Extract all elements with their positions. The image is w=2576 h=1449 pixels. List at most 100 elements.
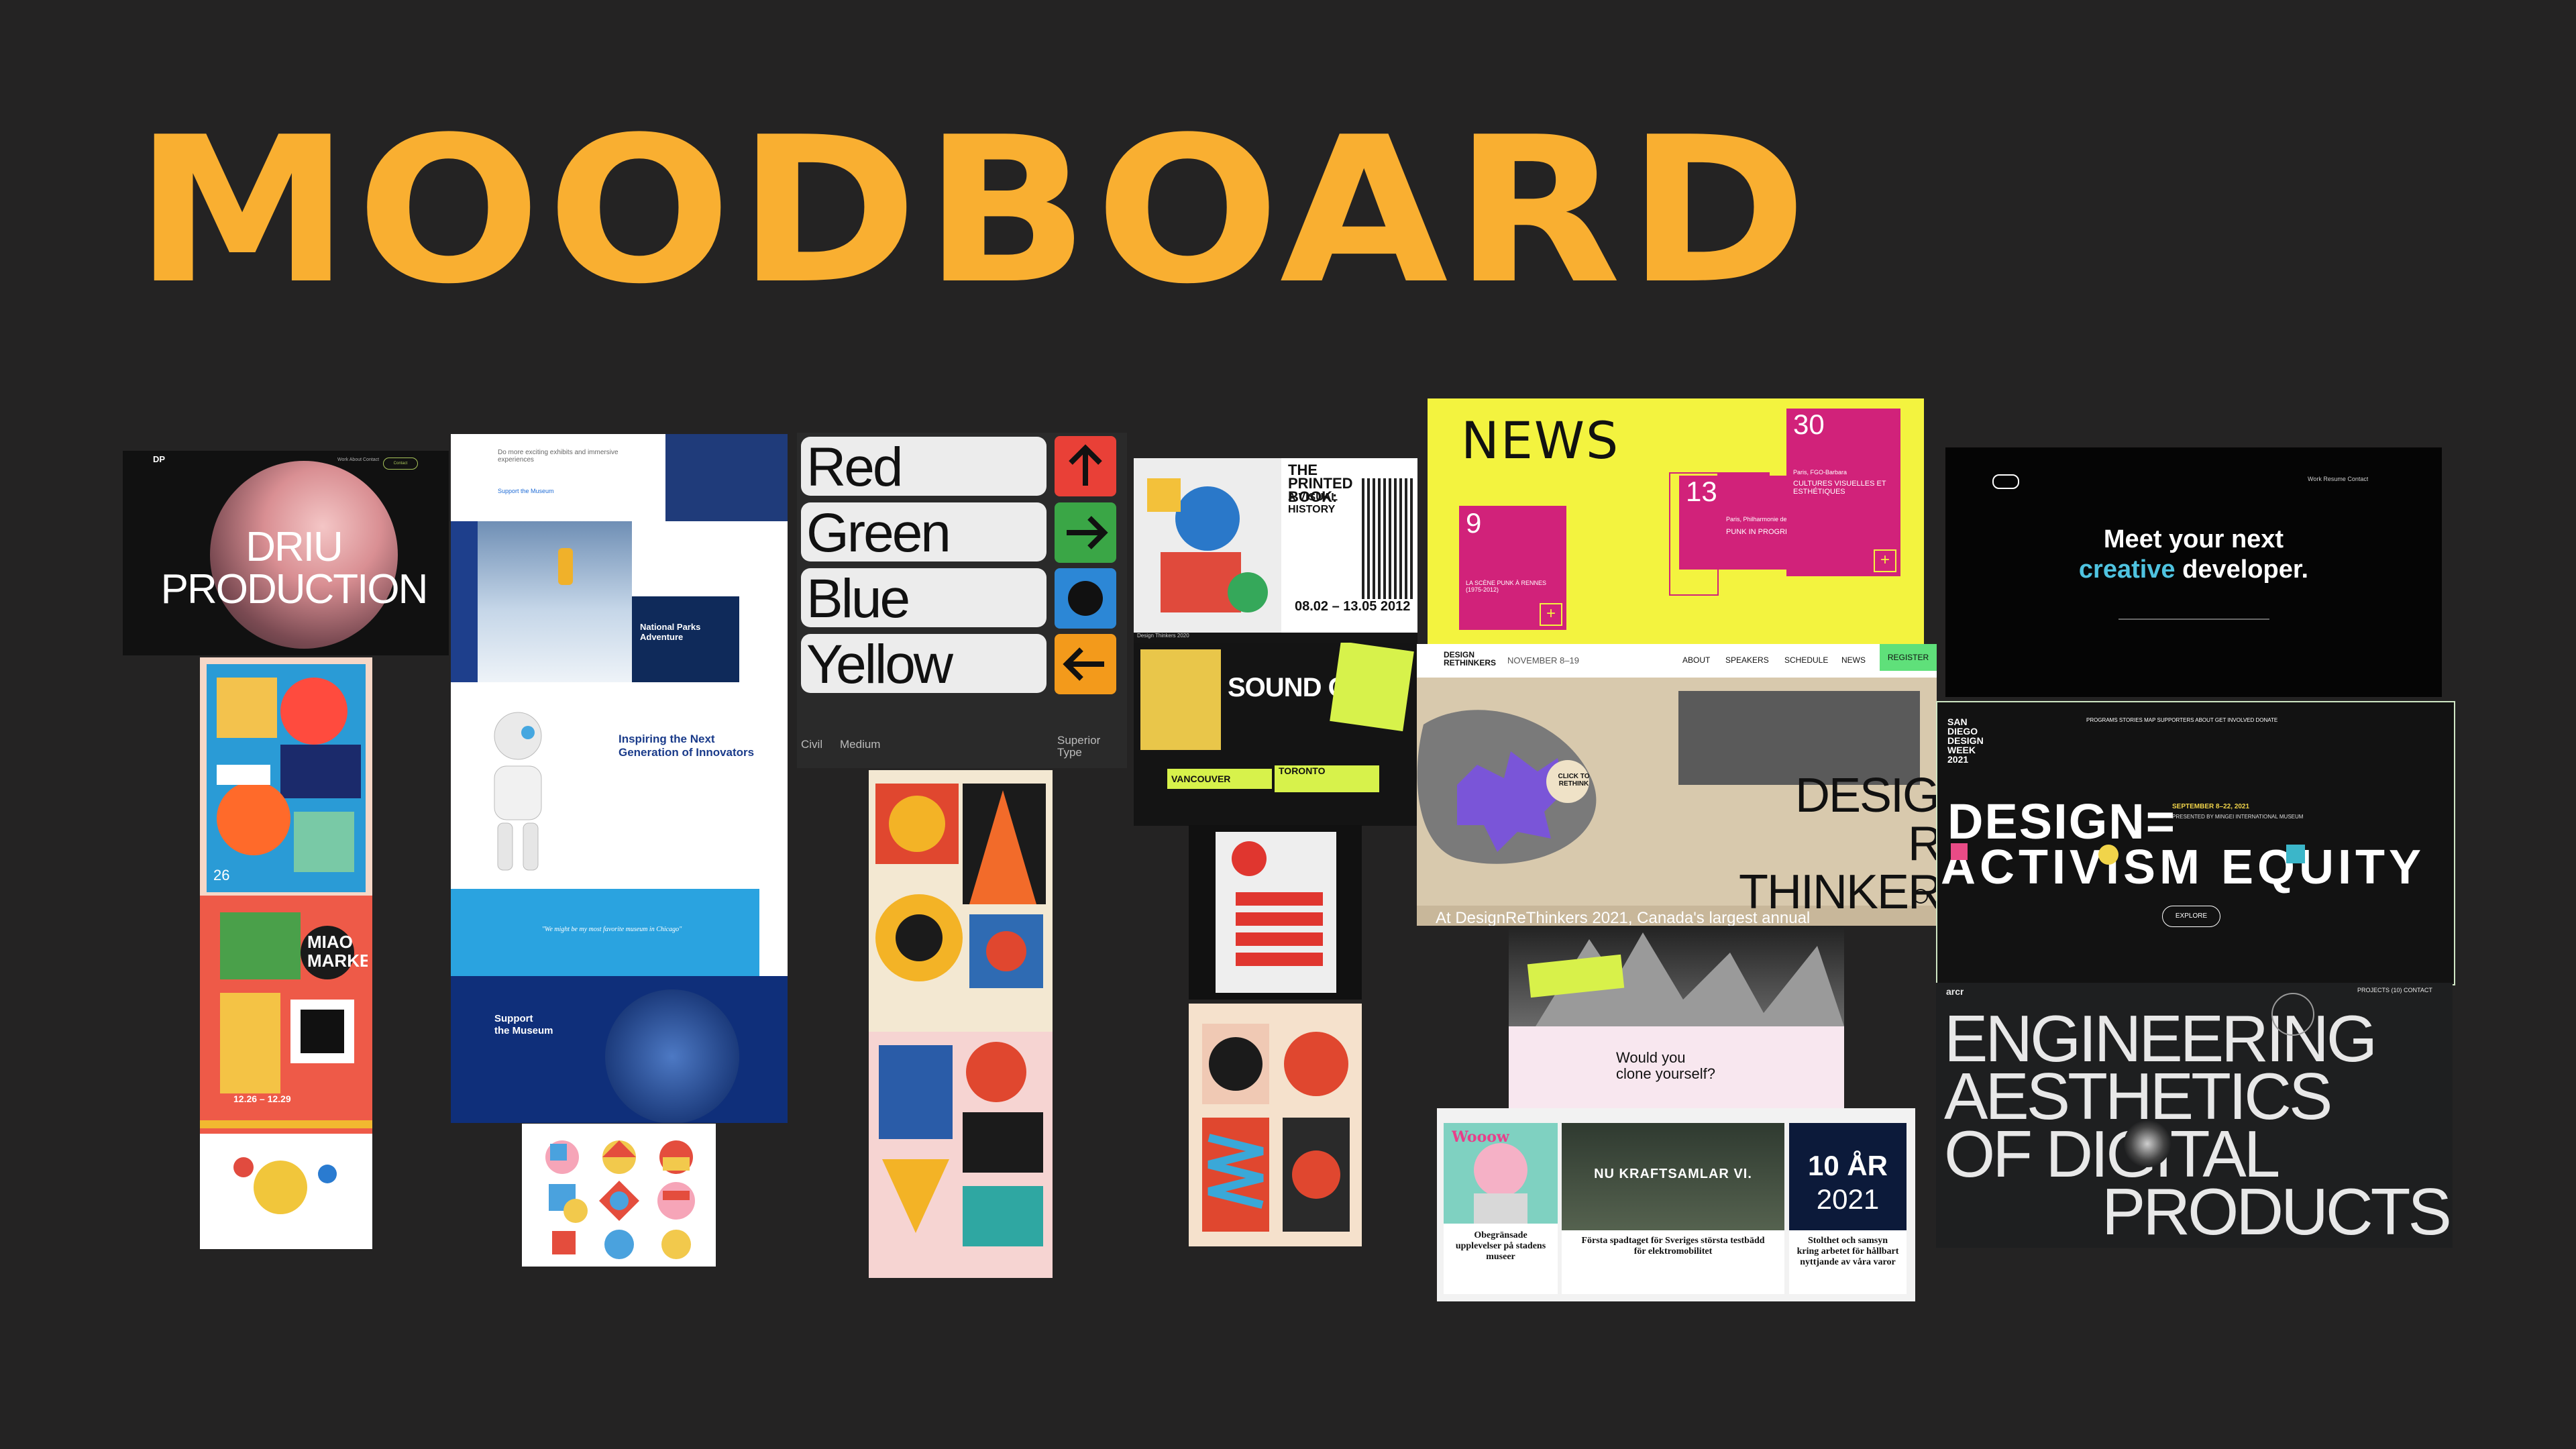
green-arrow-right-icon [1055, 502, 1116, 563]
hero-text-block: Do more exciting exhibits and immersive … [451, 434, 665, 521]
drt-big-1: DESIGN [1794, 769, 1937, 822]
robot-illustration [471, 702, 558, 877]
ice-climber-photo [478, 521, 632, 682]
dp-logo: DP [153, 454, 166, 464]
news-card-1[interactable]: 9 LA SCÈNE PUNK À RENNES (1975-2012) + [1459, 506, 1566, 630]
poster-number: 26 [213, 867, 230, 883]
geometric-shapes-tile [522, 1124, 716, 1267]
drt-navbar: DESIGN RETHINKERS NOVEMBER 8–19 ABOUT SP… [1417, 644, 1937, 678]
parks-card-title: National Parks Adventure [640, 622, 701, 642]
toggle-logo-icon [1992, 474, 2019, 489]
news-card-1-text: LA SCÈNE PUNK À RENNES (1975-2012) [1466, 580, 1547, 593]
drt-logo[interactable]: DESIGN RETHINKERS [1444, 651, 1504, 667]
nautilus-photo [605, 989, 739, 1123]
news-number-9: 9 [1466, 507, 1482, 539]
creative-developer-tile: Work Resume Contact Meet your next creat… [1945, 447, 2442, 697]
support-link[interactable]: Support the Museum [498, 488, 554, 494]
sddw-shape-1 [1951, 843, 1968, 860]
meet-headline: Meet your next creative developer. [1945, 525, 2442, 585]
miao-poster-column: MIAO MARKET 12.26 – 12.29 26 [200, 657, 372, 1249]
museum-site-tile: Do more exciting exhibits and immersive … [451, 434, 788, 1123]
plug-poster [1189, 825, 1362, 1000]
dp-contact-button[interactable]: Contact [383, 458, 418, 470]
news-heading: NEWS [1461, 411, 1620, 470]
se-card-1[interactable]: Wooow Obegränsade upplevelser på stadens… [1444, 1123, 1558, 1294]
word-red: Red [801, 437, 1046, 498]
sddw-logo[interactable]: SAN DIEGO DESIGN WEEK 2021 [1947, 717, 1994, 764]
innovators-section: Inspiring the Next Generation of Innovat… [451, 682, 788, 924]
san-diego-design-week-tile: SAN DIEGO DESIGN WEEK 2021 PROGRAMS STOR… [1936, 701, 2455, 985]
bauhaus-posters-svg [869, 770, 1053, 1278]
toronto-label: TORONTO [1275, 765, 1379, 792]
printed-book-poster: THE PRINTED BOOK: A VISUAL HISTORY 08.02… [1281, 458, 1417, 633]
drt-nav-schedule[interactable]: SCHEDULE [1784, 655, 1828, 665]
sddw-date: SEPTEMBER 8–22, 2021 [2172, 803, 2250, 810]
robot-svg [494, 712, 542, 871]
collage-art [1134, 458, 1281, 633]
dp-production-tile: DP Work About Contact Contact DRIU PRODU… [123, 451, 449, 655]
eng-headline: ENGINEERING AESTHETICS OF DIGITAL PRODUC… [1944, 1006, 2452, 1248]
eng-nav[interactable]: PROJECTS (10) CONTACT [2357, 987, 2432, 994]
book-stripes [1362, 478, 1415, 599]
dp-headline-line1: DRIU [246, 524, 343, 570]
moodboard-title: MOODBOARD [134, 94, 1813, 328]
clone-question: Would you clone yourself? [1616, 1050, 1715, 1082]
printed-book-dates: 08.02 – 13.05 2012 [1295, 599, 1411, 614]
poster-stack [1140, 649, 1221, 750]
clone-hero [1509, 926, 1844, 1026]
se-card-2-caption: Första spadtaget för Sveriges största te… [1581, 1236, 1765, 1256]
miao-dates: 12.26 – 12.29 [233, 1093, 291, 1104]
eng-line4: PRODUCTS [2102, 1175, 2452, 1248]
miao-title: MIAO MARKET [307, 932, 368, 970]
parks-card[interactable]: National Parks Adventure [632, 596, 739, 682]
dt-header: Design Thinkers 2020 [1137, 633, 1189, 639]
drt-badge[interactable]: CLICK TO RETHINK [1554, 773, 1594, 788]
meet-line1: Meet your next [2103, 525, 2284, 553]
innovators-title: Inspiring the Next Generation of Innovat… [619, 733, 755, 759]
footer-superior-type: Superior Type [1057, 734, 1101, 759]
sddw-presented: PRESENTED BY MINGEI INTERNATIONAL MUSEUM [2172, 814, 2304, 820]
plus-icon-2[interactable]: + [1874, 549, 1896, 572]
clone-yourself-tile: Would you clone yourself? [1509, 926, 1844, 1108]
se-card-3-caption: Stolthet och samsyn kring arbetet för hå… [1796, 1236, 1899, 1267]
news-card-3[interactable]: 30 Paris, FGO-Barbara CULTURES VISUELLES… [1786, 409, 1900, 576]
support-title-1: Support [494, 1013, 533, 1024]
se-card-3-image: 10 ÅR 2021 [1789, 1123, 1907, 1230]
retro-poster [1189, 1004, 1362, 1246]
news-number-13: 13 [1686, 476, 1717, 507]
drt-nav-speakers[interactable]: SPEAKERS [1725, 655, 1769, 665]
se-years: 10 ÅR [1807, 1150, 1888, 1181]
drt-dates: NOVEMBER 8–19 [1507, 655, 1579, 665]
play-icon[interactable] [1913, 889, 1928, 904]
se-year: 2021 [1816, 1183, 1880, 1215]
sddw-shape-2 [2098, 845, 2118, 865]
drt-nav-news[interactable]: NEWS [1841, 655, 1866, 665]
plus-icon[interactable]: + [1540, 603, 1562, 626]
meet-line2: creative developer. [1945, 555, 2442, 585]
drt-register-button[interactable]: REGISTER [1880, 644, 1937, 671]
typography-rgby-tile: Red Green Blue Yellow Civil Medium Super… [797, 433, 1127, 768]
sddw-activism-equity: ACTIVISM EQUITY [1941, 841, 2426, 894]
eng-brand[interactable]: arcr [1946, 986, 1964, 997]
se-card-3[interactable]: 10 ÅR 2021 Stolthet och samsyn kring arb… [1789, 1123, 1907, 1294]
yellow-sticky [1330, 643, 1414, 732]
blue-side-bar [451, 521, 478, 682]
news-card-3-place: Paris, FGO-Barbara [1793, 469, 1847, 476]
quote-banner: "We might be my most favorite museum in … [451, 889, 759, 976]
dp-nav[interactable]: Work About Contact [337, 458, 379, 462]
sddw-nav[interactable]: PROGRAMS STORIES MAP SUPPORTERS ABOUT GE… [2086, 717, 2277, 723]
dp-headline-line2: PRODUCTION [160, 566, 429, 613]
circle-logo-icon [2271, 993, 2314, 1036]
meet-nav[interactable]: Work Resume Contact [2308, 476, 2368, 482]
support-section: Support the Museum [451, 976, 788, 1123]
support-title-2: the Museum [494, 1025, 553, 1036]
engineering-aesthetics-tile: arcr PROJECTS (10) CONTACT ENGINEERING A… [1936, 983, 2453, 1248]
bauhaus-poster-column [869, 770, 1053, 1278]
geometric-shapes-svg [545, 1140, 695, 1259]
se-woow: Wooow [1452, 1128, 1509, 1146]
dp-headline: DRIU PRODUCTION [153, 524, 435, 613]
drt-nav-about[interactable]: ABOUT [1682, 655, 1710, 665]
sddw-explore-button[interactable]: EXPLORE [2162, 906, 2220, 927]
vancouver-label: VANCOUVER [1167, 769, 1272, 789]
se-card-2[interactable]: NU KRAFTSAMLAR VI. Första spadtaget för … [1562, 1123, 1784, 1294]
